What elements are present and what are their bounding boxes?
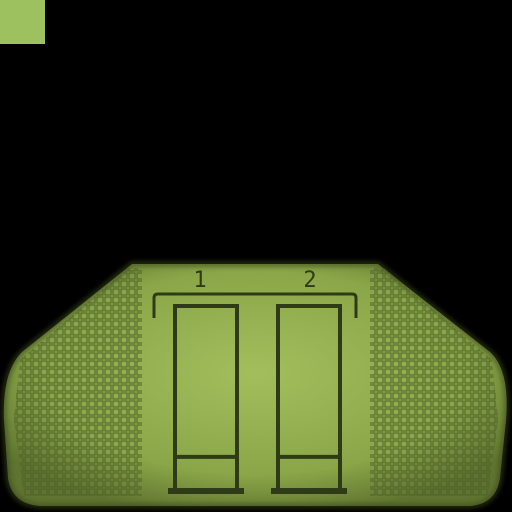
slot-2-label: 2 [303, 268, 317, 293]
right-dot-grid [370, 268, 498, 496]
left-dot-grid [14, 268, 142, 496]
lcd-screen [0, 261, 510, 509]
slot-1-label: 1 [193, 268, 207, 293]
slot-2-base [271, 488, 347, 494]
slot-1-base [168, 488, 244, 494]
